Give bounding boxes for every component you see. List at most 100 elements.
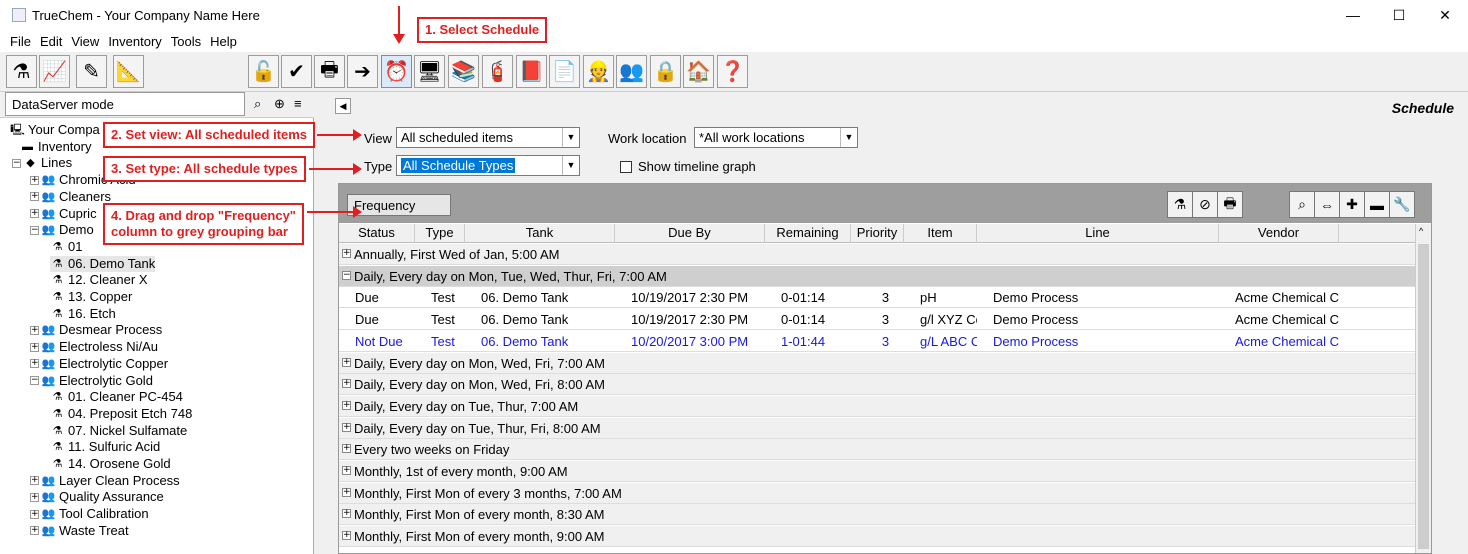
maximize-button[interactable]: ☐ xyxy=(1376,0,1422,30)
print-icon[interactable]: 🖶 xyxy=(1217,191,1243,218)
books-icon[interactable]: 📚 xyxy=(448,55,479,88)
schedule-icon[interactable]: ⏰ xyxy=(381,55,412,88)
collapse-panel-icon[interactable]: ◀ xyxy=(335,98,351,114)
tree-node[interactable]: + 👥 Electroless Ni/Au xyxy=(30,339,158,355)
expand-icon[interactable]: + xyxy=(342,249,351,258)
tree-node[interactable]: ⚗ 01 xyxy=(50,239,83,255)
column-header-tank[interactable]: Tank xyxy=(465,224,615,243)
forward-icon[interactable]: ➔ xyxy=(347,55,378,88)
expand-icon[interactable]: + xyxy=(30,526,39,536)
menu-help[interactable]: Help xyxy=(210,34,237,49)
vertical-scrollbar[interactable]: ^ xyxy=(1415,224,1431,553)
tree-node[interactable]: ⚗ 16. Etch xyxy=(50,306,116,322)
group-row[interactable]: + Monthly, 1st of every month, 9:00 AM xyxy=(339,461,1431,482)
column-header-remaining[interactable]: Remaining xyxy=(765,224,851,243)
tree-node[interactable]: + 👥 Cleaners xyxy=(30,189,111,205)
tree-node[interactable]: − 👥 Demo xyxy=(30,222,94,238)
collapse-icon[interactable]: − xyxy=(342,270,351,280)
menu-file[interactable]: File xyxy=(10,34,31,49)
expand-icon[interactable]: + xyxy=(342,531,351,541)
computer-settings-icon[interactable]: 🖥 xyxy=(414,55,445,88)
home-icon[interactable]: 🏠 xyxy=(683,55,714,88)
group-row[interactable]: + Monthly, First Mon of every month, 8:30… xyxy=(339,504,1431,526)
collapse-icon[interactable]: − xyxy=(30,376,39,385)
ruler-icon[interactable]: 📐 xyxy=(113,55,144,88)
expand-icon[interactable]: + xyxy=(342,357,351,367)
type-select[interactable]: All Schedule Types ▼ xyxy=(396,155,580,176)
chart-icon[interactable]: 📈 xyxy=(39,55,70,88)
expand-icon[interactable]: + xyxy=(342,466,351,475)
tree-node[interactable]: ▬ Inventory xyxy=(20,139,91,155)
binoculars-icon[interactable]: ⌕ xyxy=(1289,191,1315,218)
tree-node[interactable]: 🖳 Your Compa xyxy=(10,122,100,138)
expand-icon[interactable]: + xyxy=(342,509,351,519)
table-row[interactable]: Due Test 06. Demo Tank 10/19/2017 2:30 PM 0-… xyxy=(339,309,1431,331)
help-icon[interactable]: ❓ xyxy=(717,55,748,88)
server-mode-field[interactable]: DataServer mode xyxy=(5,92,245,116)
expand-icon[interactable]: + xyxy=(30,209,39,218)
users-icon[interactable]: 👥 xyxy=(616,55,647,88)
tree-node[interactable]: ⚗ 13. Copper xyxy=(50,289,133,305)
collapse-icon[interactable]: − xyxy=(30,225,39,235)
group-row[interactable]: + Daily, Every day on Tue, Thur, Fri, 8:0… xyxy=(339,417,1431,439)
column-header-priority[interactable]: Priority xyxy=(851,224,904,243)
fire-extinguisher-icon[interactable]: 🧯 xyxy=(482,55,513,88)
binoculars-icon[interactable]: ⌕ xyxy=(254,96,261,112)
table-row[interactable]: Due Test 06. Demo Tank 10/19/2017 2:30 PM 0-… xyxy=(339,287,1431,309)
tree-node[interactable]: ⚗ 11. Sulfuric Acid xyxy=(50,439,161,455)
group-row[interactable]: + Daily, Every day on Mon, Wed, Fri, 8:00… xyxy=(339,374,1431,396)
tree-node[interactable]: ⚗ 14. Orosene Gold xyxy=(50,456,171,472)
unlock-icon[interactable]: 🔓 xyxy=(248,55,279,88)
tools-icon[interactable]: 🔧 xyxy=(1389,191,1415,218)
column-header-vendor[interactable]: Vendor xyxy=(1219,224,1339,243)
menu-view[interactable]: View xyxy=(71,34,99,49)
group-row[interactable]: + Daily, Every day on Tue, Thur, 7:00 AM xyxy=(339,395,1431,417)
collapse-icon[interactable]: − xyxy=(12,158,21,168)
tree-node[interactable]: + 👥 Tool Calibration xyxy=(30,506,149,522)
column-header-item[interactable]: Item Description xyxy=(904,224,977,258)
group-row[interactable]: + Annually, First Wed of Jan, 5:00 AM xyxy=(339,244,1431,265)
scroll-up-icon[interactable]: ^ xyxy=(1419,226,1423,236)
expand-icon[interactable]: + xyxy=(342,400,351,410)
grouping-bar[interactable]: Frequency ⚗ ⊘ 🖶 ⌕ ⇔ ✚ ▬ 🔧 xyxy=(339,184,1431,223)
menu-tools[interactable]: Tools xyxy=(171,34,201,49)
tree-node[interactable]: + 👥 Desmear Process xyxy=(30,322,162,338)
tree-node[interactable]: ⚗ 01. Cleaner PC-454 xyxy=(50,389,183,405)
tree-node[interactable]: − 👥 Electrolytic Gold xyxy=(30,373,153,389)
expand-icon[interactable]: + xyxy=(342,487,351,497)
tree-node[interactable]: ⚗ 04. Preposit Etch 748 xyxy=(50,406,193,422)
tree-node[interactable]: + 👥 Electrolytic Copper xyxy=(30,356,168,372)
expand-icon[interactable]: + xyxy=(30,342,39,352)
close-button[interactable]: ✕ xyxy=(1422,0,1468,30)
filter-check-icon[interactable]: ✔ xyxy=(281,55,312,88)
tree-collapse-icon[interactable]: ≡ xyxy=(294,96,302,111)
expand-icon[interactable]: + xyxy=(30,492,39,502)
print-icon[interactable]: 🖶 xyxy=(314,55,345,88)
view-select[interactable]: All scheduled items ▼ xyxy=(396,127,580,148)
tree-node[interactable]: + 👥 Cupric xyxy=(30,206,97,222)
microscope-icon[interactable]: ⚗ xyxy=(6,55,37,88)
timeline-checkbox[interactable] xyxy=(620,161,632,173)
microscope-icon[interactable]: ⚗ xyxy=(1167,191,1193,218)
column-header-line[interactable]: Line xyxy=(977,224,1219,243)
work-location-select[interactable]: *All work locations ▼ xyxy=(694,127,858,148)
group-row[interactable]: + Monthly, First Mon of every month, 9:00… xyxy=(339,526,1431,548)
expand-icon[interactable]: + xyxy=(30,192,39,202)
expand-icon[interactable]: + xyxy=(342,379,351,389)
expand-icon[interactable]: + xyxy=(30,509,39,519)
tree-node[interactable]: ⚗ 12. Cleaner X xyxy=(50,272,148,288)
notebook-icon[interactable]: 📕 xyxy=(516,55,547,88)
panel-splitter[interactable] xyxy=(320,92,330,554)
minimize-button[interactable]: — xyxy=(1330,0,1376,30)
worker-icon[interactable]: 👷 xyxy=(583,55,614,88)
menu-edit[interactable]: Edit xyxy=(40,34,62,49)
document-pen-icon[interactable]: ✎ xyxy=(76,55,107,88)
column-header-type[interactable]: Type xyxy=(415,224,465,243)
tree-node[interactable]: − ◆ Lines xyxy=(12,155,72,171)
column-header-status[interactable]: Status xyxy=(339,224,415,243)
tree-node[interactable]: + 👥 Layer Clean Process xyxy=(30,473,180,489)
expand-icon[interactable]: + xyxy=(30,325,39,335)
group-row[interactable]: + Every two weeks on Friday xyxy=(339,439,1431,461)
expand-icon[interactable]: + xyxy=(30,175,39,185)
group-row[interactable]: − Daily, Every day on Mon, Tue, Wed, Thur… xyxy=(339,265,1431,287)
